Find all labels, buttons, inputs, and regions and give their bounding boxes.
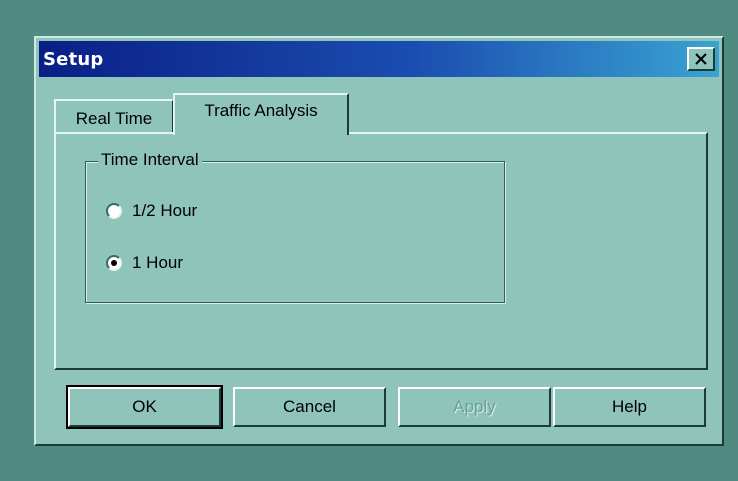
radio-one-hour-label: 1 Hour	[132, 253, 184, 272]
time-interval-group: Time Interval 1/2 Hour 1 Hour	[85, 150, 505, 303]
apply-button[interactable]: Apply	[398, 387, 551, 427]
setup-dialog: Setup Real Time Traffic Analysis Time In…	[34, 36, 724, 446]
close-icon	[695, 53, 707, 65]
radio-half-hour[interactable]: 1/2 Hour	[106, 200, 197, 222]
close-button[interactable]	[687, 47, 715, 71]
time-interval-legend: Time Interval	[98, 150, 202, 170]
radio-one-hour[interactable]: 1 Hour	[106, 252, 183, 274]
tab-real-time[interactable]: Real Time	[54, 99, 174, 133]
window-title: Setup	[43, 49, 104, 70]
radio-checked-icon[interactable]	[106, 255, 122, 271]
radio-dot-icon	[111, 260, 117, 266]
cancel-button[interactable]: Cancel	[233, 387, 386, 427]
tab-traffic-analysis[interactable]: Traffic Analysis	[173, 93, 349, 135]
tab-real-time-label: Real Time	[75, 109, 153, 128]
radio-unchecked-icon[interactable]	[106, 203, 122, 219]
tab-traffic-analysis-label: Traffic Analysis	[204, 101, 318, 120]
help-button[interactable]: Help	[553, 387, 706, 427]
title-bar[interactable]: Setup	[39, 41, 719, 77]
radio-half-hour-label: 1/2 Hour	[132, 201, 198, 220]
ok-button[interactable]: OK	[66, 385, 223, 429]
traffic-analysis-panel: Time Interval 1/2 Hour 1 Hour	[54, 132, 708, 370]
